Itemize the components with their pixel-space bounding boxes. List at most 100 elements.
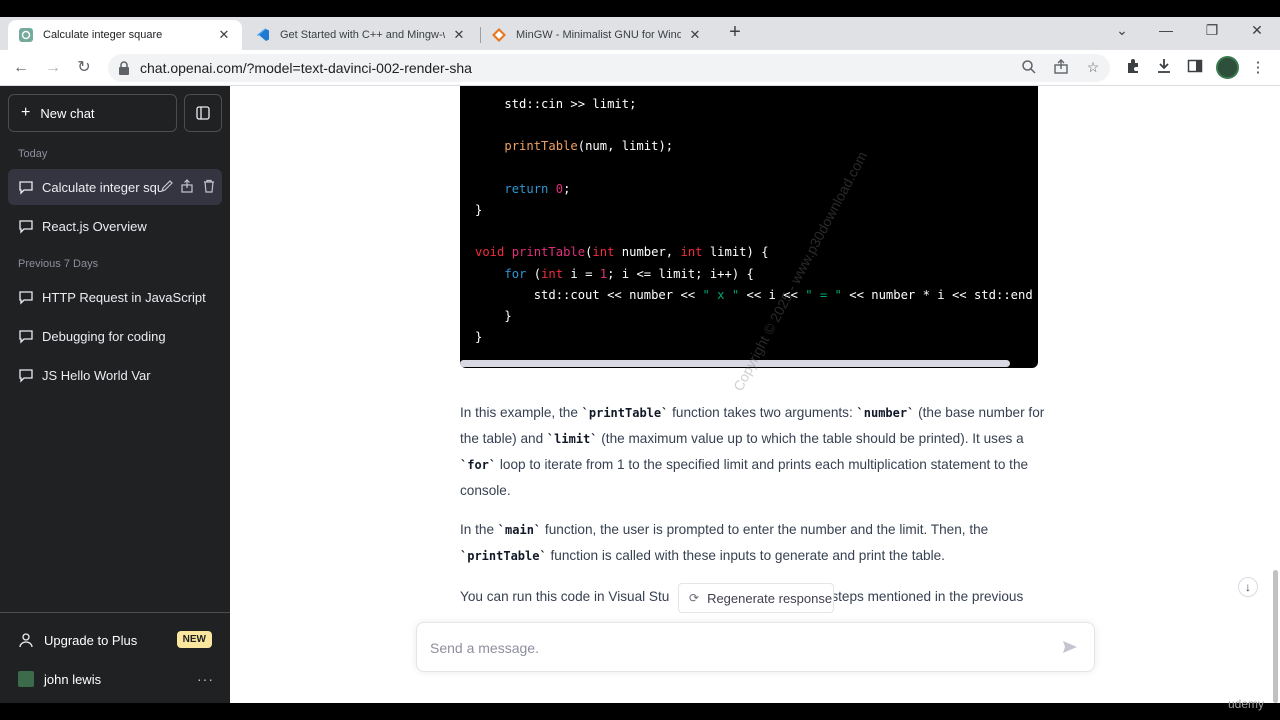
share-icon[interactable] xyxy=(1052,59,1070,77)
sidebar-item-label: React.js Overview xyxy=(42,218,147,234)
restore-icon[interactable]: ❐ xyxy=(1200,22,1224,39)
code-line: for (int i = 1; i <= limit; i++) { xyxy=(504,266,754,281)
sidebar: + New chat Today Calculate integer squ R… xyxy=(0,86,230,703)
tab-title: Get Started with C++ and Mingw-w64 i xyxy=(280,29,445,41)
lock-icon xyxy=(119,61,129,75)
refresh-icon: ⟳ xyxy=(689,591,700,605)
sidebar-item-http-request[interactable]: HTTP Request in JavaScript xyxy=(8,279,222,315)
trash-icon[interactable] xyxy=(202,179,216,193)
extensions-puzzle-icon[interactable] xyxy=(1123,58,1143,78)
minimize-icon[interactable]: — xyxy=(1154,22,1178,38)
response-paragraph: In the `main` function, the user is prom… xyxy=(460,517,1045,569)
close-tab-icon[interactable]: ✕ xyxy=(687,27,703,43)
user-icon xyxy=(19,633,33,648)
download-icon[interactable] xyxy=(1154,58,1174,78)
scroll-down-arrow-icon[interactable]: ↓ xyxy=(1238,577,1258,597)
user-menu-button[interactable]: john lewis ··· xyxy=(8,661,222,697)
text: (the maximum value up to which the table… xyxy=(597,431,1024,446)
chat-bubble-icon xyxy=(19,181,33,195)
inline-code: `limit` xyxy=(546,432,598,446)
tab-get-started-cpp[interactable]: Get Started with C++ and Mingw-w64 i ✕ xyxy=(245,20,477,50)
code-line: std::cout << number << " x " << i << " =… xyxy=(475,287,1033,302)
code-line: return 0; xyxy=(504,181,571,196)
text: function, the user is prompted to enter … xyxy=(541,522,989,537)
udemy-logo: udemy xyxy=(1228,697,1265,711)
sidebar-item-debugging[interactable]: Debugging for coding xyxy=(8,318,222,354)
code-block: std::cin >> limit; printTable(num, limit… xyxy=(460,86,1038,368)
sidebar-item-label: JS Hello World Var xyxy=(42,367,151,383)
tab-search-chevron-icon[interactable]: ⌄ xyxy=(1110,22,1134,39)
code-line: std::cin >> limit; xyxy=(475,97,637,111)
code-line: void printTable(int number, int limit) { xyxy=(475,245,769,260)
tab-calculate-integer-square[interactable]: Calculate integer square ✕ xyxy=(8,20,242,50)
side-panel-icon[interactable] xyxy=(1185,58,1205,78)
inline-code: `for` xyxy=(460,458,497,472)
text: function is called with these inputs to … xyxy=(546,548,945,563)
sidebar-item-label: Calculate integer squ xyxy=(42,179,162,195)
bookmark-star-icon[interactable]: ☆ xyxy=(1084,59,1102,77)
close-window-icon[interactable]: ✕ xyxy=(1245,22,1269,39)
new-tab-plus-icon[interactable]: + xyxy=(724,22,746,44)
browser-menu-icon[interactable]: ⋮ xyxy=(1248,58,1268,78)
share-icon[interactable] xyxy=(180,179,194,193)
tab-title: MinGW - Minimalist GNU for Windows xyxy=(516,29,681,41)
tab-title: Calculate integer square xyxy=(43,29,163,41)
code-line: } xyxy=(475,309,512,324)
code-line: } xyxy=(475,203,483,218)
send-icon[interactable] xyxy=(1062,639,1078,655)
reload-icon[interactable]: ↻ xyxy=(73,57,95,79)
page-scrollbar[interactable] xyxy=(1273,570,1278,703)
back-arrow-icon[interactable]: ← xyxy=(10,57,32,79)
tab-mingw[interactable]: MinGW - Minimalist GNU for Windows ✕ xyxy=(481,20,713,50)
regenerate-label: Regenerate response xyxy=(707,590,833,606)
chatgpt-icon xyxy=(18,27,34,43)
more-options-icon[interactable]: ··· xyxy=(197,671,214,687)
code-line: printTable(num, limit); xyxy=(504,139,674,154)
upgrade-to-plus-button[interactable]: Upgrade to Plus NEW xyxy=(8,622,222,658)
text: In this example, the xyxy=(460,405,582,420)
sidebar-item-js-hello-world[interactable]: JS Hello World Var xyxy=(8,357,222,393)
chat-bubble-icon xyxy=(19,291,33,305)
sidebar-item-reactjs-overview[interactable]: React.js Overview xyxy=(8,208,222,244)
zoom-icon[interactable] xyxy=(1020,59,1038,77)
edit-pencil-icon[interactable] xyxy=(160,179,174,193)
text: You can run this code in Visual Stu xyxy=(460,589,670,604)
user-name: john lewis xyxy=(44,671,102,687)
text: loop to iterate from 1 to the specified … xyxy=(460,457,1029,498)
toggle-sidebar-button[interactable] xyxy=(184,94,222,132)
code-horizontal-scrollbar[interactable] xyxy=(460,360,1010,367)
forward-arrow-icon[interactable]: → xyxy=(42,57,64,79)
message-composer xyxy=(416,622,1095,672)
vscode-icon xyxy=(255,27,271,43)
inline-code: `printTable` xyxy=(460,549,547,563)
text: function takes two arguments: xyxy=(668,405,857,420)
section-heading-previous-7-days: Previous 7 Days xyxy=(18,258,99,270)
profile-avatar[interactable] xyxy=(1216,56,1239,79)
close-tab-icon[interactable]: ✕ xyxy=(451,27,467,43)
plus-icon: + xyxy=(21,104,31,121)
browser-toolbar: ← → ↻ chat.openai.com/?model=text-davinc… xyxy=(0,50,1280,86)
chat-main: std::cin >> limit; printTable(num, limit… xyxy=(230,86,1280,703)
sidebar-item-calculate-integer-square[interactable]: Calculate integer squ xyxy=(8,169,222,205)
message-input[interactable] xyxy=(430,637,1040,659)
response-paragraph: In this example, the `printTable` functi… xyxy=(460,400,1045,503)
chat-bubble-icon xyxy=(19,330,33,344)
close-tab-icon[interactable]: ✕ xyxy=(216,27,232,43)
chat-bubble-icon xyxy=(19,220,33,234)
chat-bubble-icon xyxy=(19,369,33,383)
sidebar-footer: Upgrade to Plus NEW john lewis ··· xyxy=(0,612,230,687)
inline-code: `printTable` xyxy=(581,406,669,420)
new-chat-label: New chat xyxy=(40,105,95,121)
code-text: std::cin >> limit; printTable(num, limit… xyxy=(475,94,1033,348)
regenerate-response-button[interactable]: ⟳ Regenerate response xyxy=(678,583,834,613)
sidebar-toggle-icon xyxy=(196,106,210,120)
section-heading-today: Today xyxy=(18,148,48,160)
address-bar[interactable]: chat.openai.com/?model=text-davinci-002-… xyxy=(108,54,1110,82)
sidebar-item-label: HTTP Request in JavaScript xyxy=(42,289,206,305)
text: steps mentioned in the previous xyxy=(831,589,1024,604)
new-badge: NEW xyxy=(176,631,212,648)
avatar xyxy=(18,671,34,687)
new-chat-button[interactable]: + New chat xyxy=(8,94,177,132)
